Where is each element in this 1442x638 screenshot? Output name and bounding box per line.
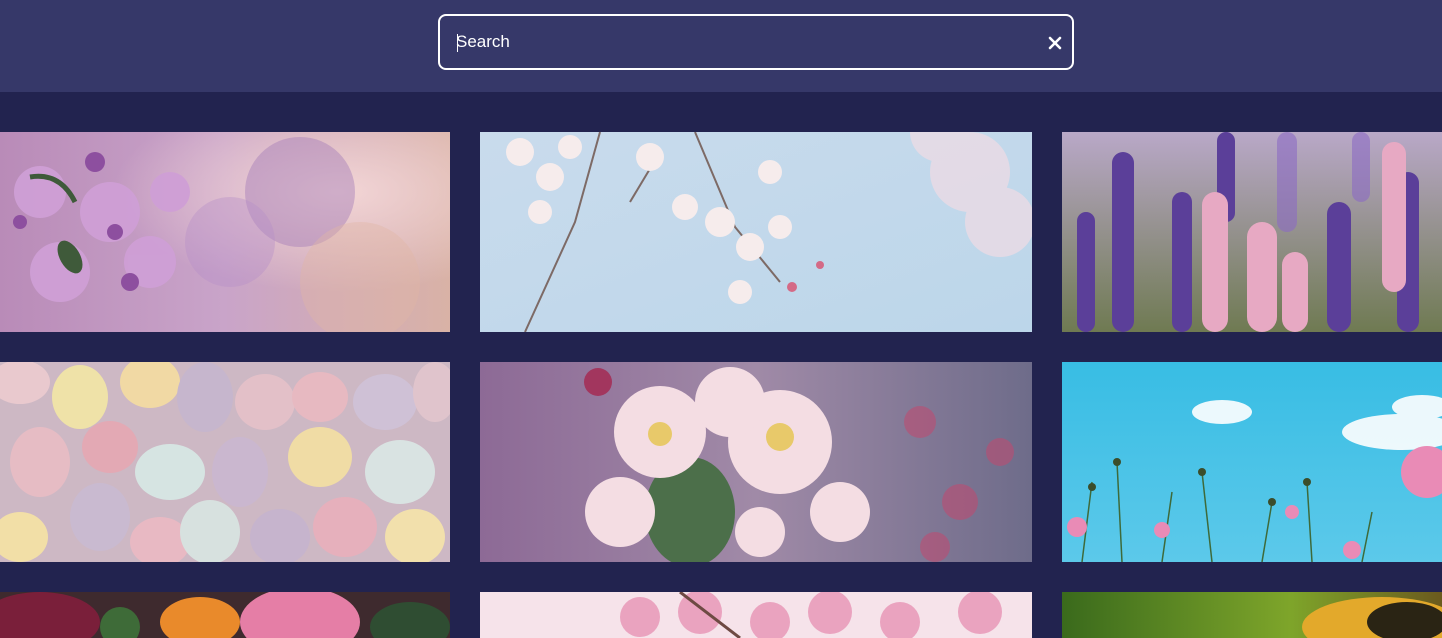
gallery-image-purple-apple-blossom[interactable]	[0, 132, 450, 332]
gallery-image-cherry-blossom-sky[interactable]	[480, 132, 1032, 332]
text-caret	[457, 34, 458, 52]
close-icon[interactable]	[1044, 32, 1066, 54]
gallery-image-pastel-candy-eggs[interactable]	[0, 362, 450, 562]
gallery-image-lupine-field[interactable]	[1062, 132, 1442, 332]
top-bar	[0, 0, 1442, 92]
gallery-image-pink-tulips[interactable]	[0, 592, 450, 638]
search-input[interactable]	[456, 16, 1026, 68]
gallery-image-pink-apple-blossom[interactable]	[480, 362, 1032, 562]
gallery-image-bumblebee[interactable]	[1062, 592, 1442, 638]
gallery-image-pink-blossom-branch[interactable]	[480, 592, 1032, 638]
search-box[interactable]	[438, 14, 1074, 70]
gallery-image-cosmos-blue-sky[interactable]	[1062, 362, 1442, 562]
